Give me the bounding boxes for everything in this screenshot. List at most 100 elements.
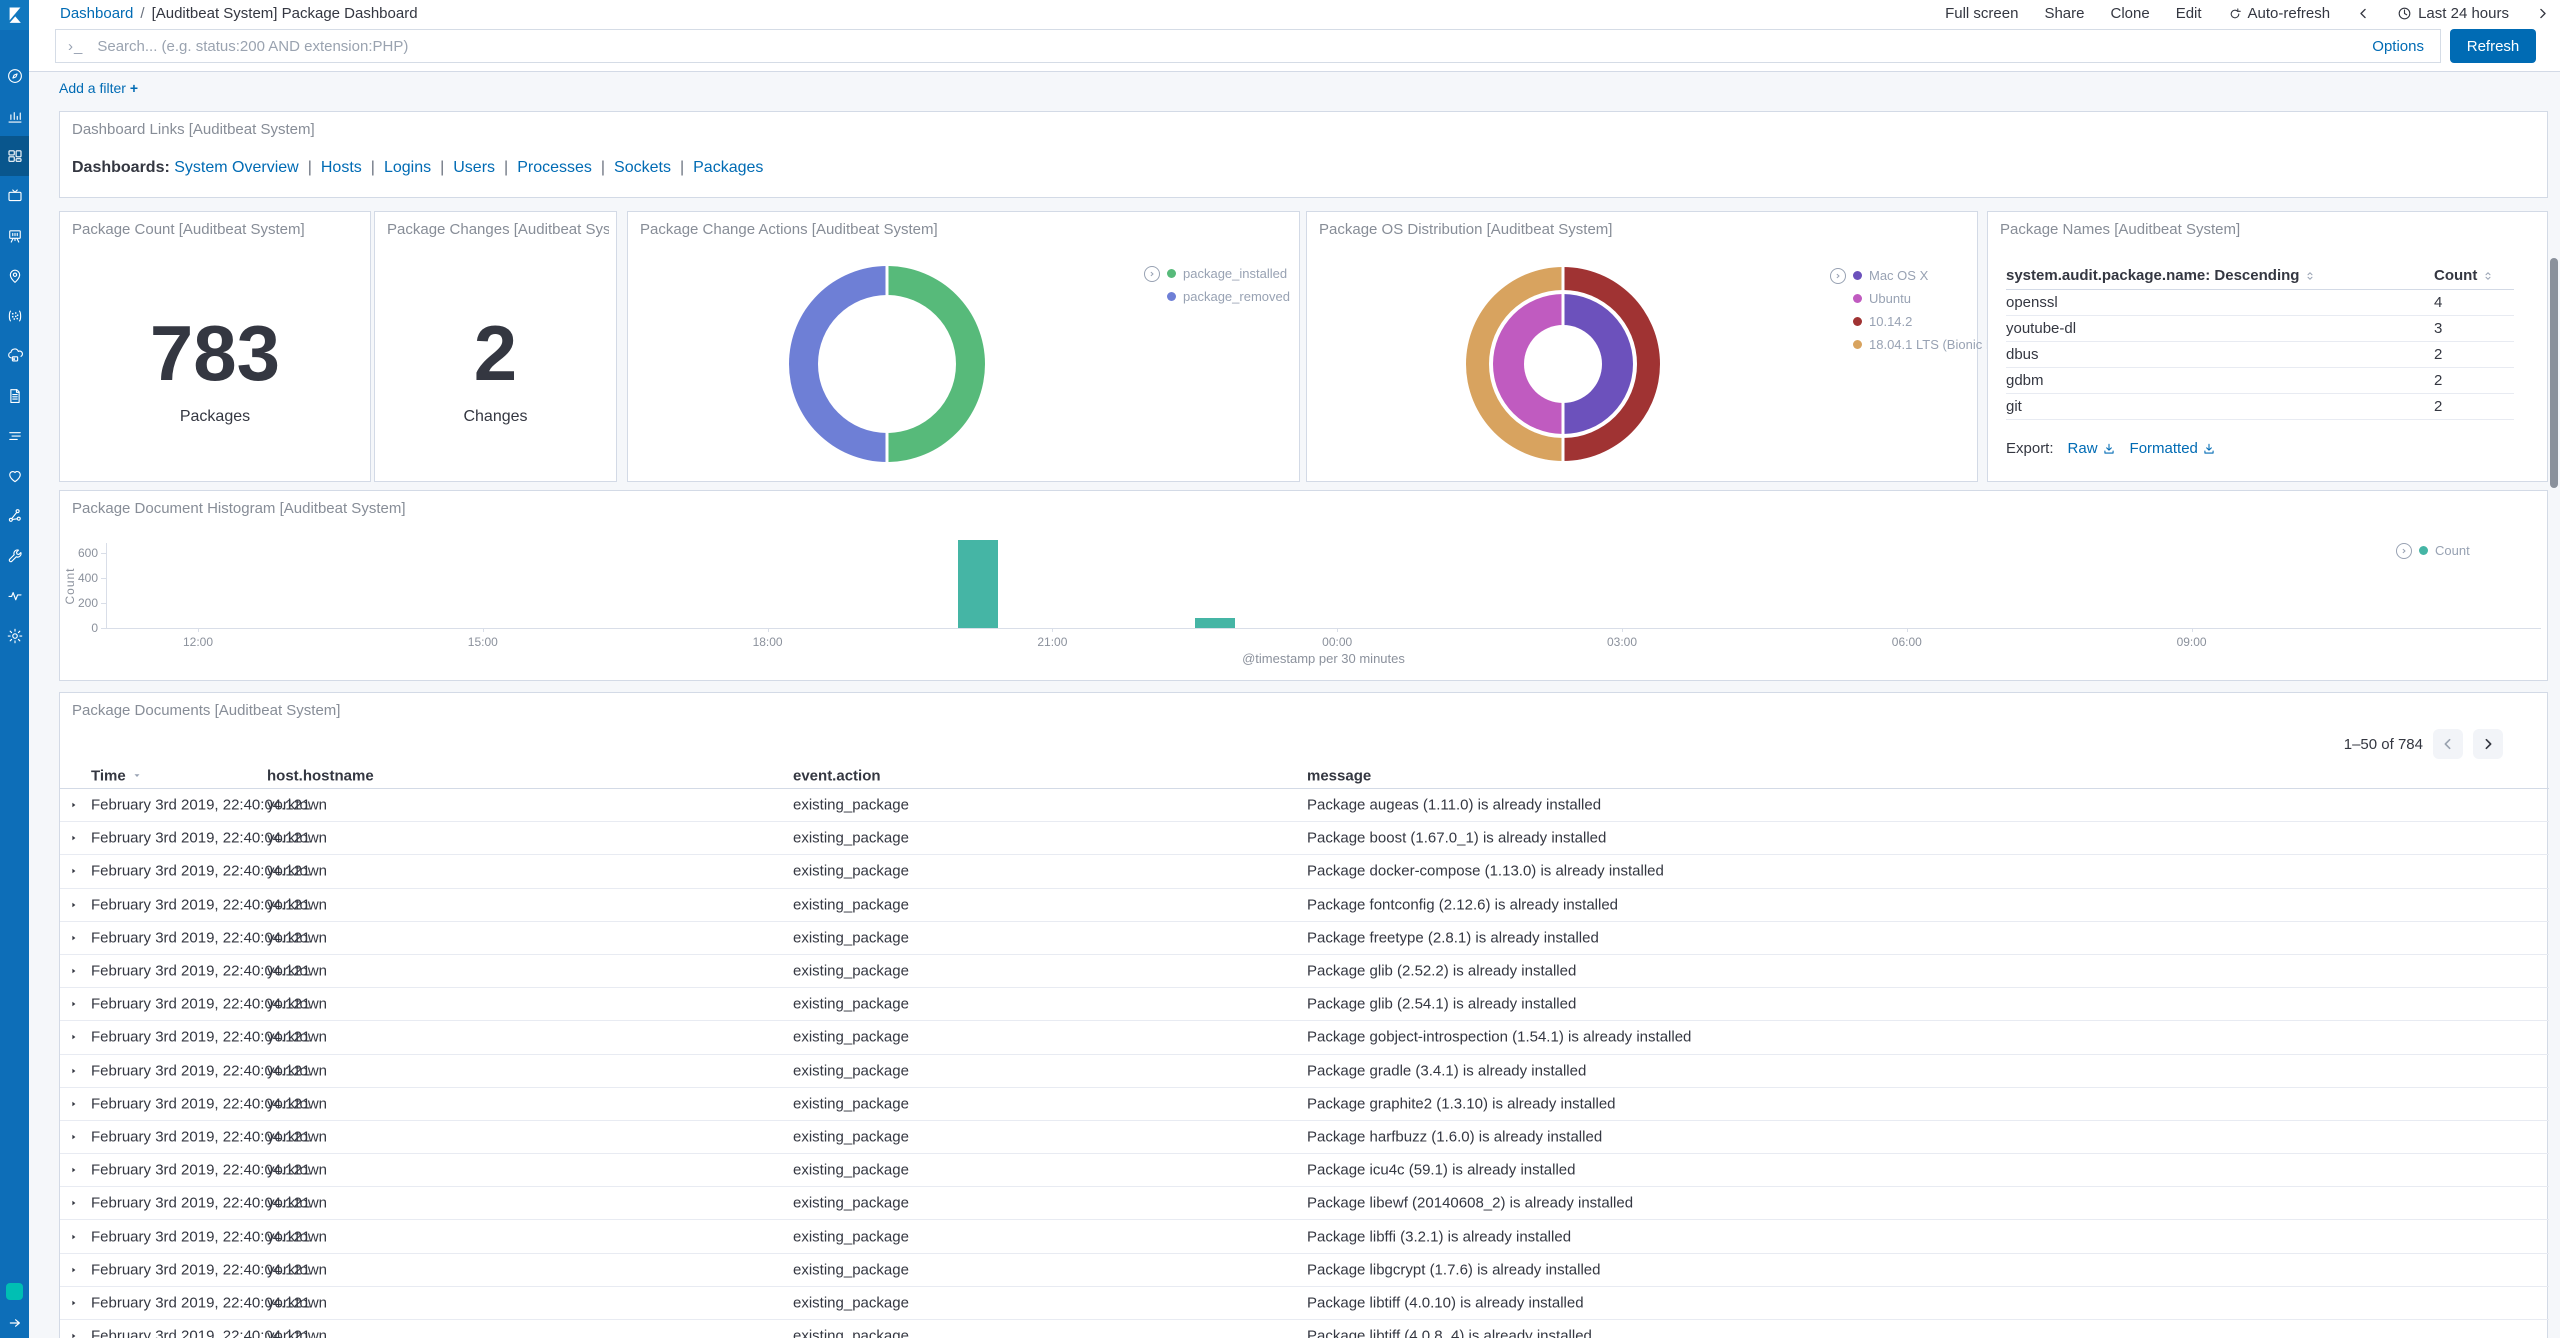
refresh-button[interactable]: Refresh: [2450, 29, 2536, 63]
space-badge[interactable]: [6, 1283, 23, 1300]
sidebar-item-dev-tools[interactable]: [0, 536, 29, 576]
message-cell: Package libgcrypt (1.7.6) is already ins…: [1307, 1261, 1601, 1279]
sidebar-item-uptime[interactable]: [0, 456, 29, 496]
event-action-cell: existing_package: [793, 829, 909, 847]
table-row: February 3rd 2019, 22:40:04.121 yorktown e…: [60, 1320, 2549, 1338]
sidebar-item-dashboard[interactable]: [0, 136, 29, 176]
sidebar-item-visualize[interactable]: [0, 96, 29, 136]
expand-row-icon[interactable]: [69, 834, 78, 843]
plus-icon: +: [129, 80, 139, 96]
name-column-header[interactable]: system.audit.package.name: Descending: [2006, 267, 2434, 284]
legend-collapse-icon[interactable]: [2396, 542, 2412, 559]
time-forward-button[interactable]: [2535, 6, 2550, 21]
count-column-header[interactable]: Count: [2434, 267, 2514, 284]
dashboard-link-system-overview[interactable]: System Overview: [174, 159, 298, 176]
page-scrollbar-thumb[interactable]: [2550, 258, 2558, 488]
hostname-cell: yorktown: [267, 1028, 328, 1046]
expand-row-icon[interactable]: [69, 1066, 78, 1075]
expand-row-icon[interactable]: [69, 1099, 78, 1108]
expand-row-icon[interactable]: [69, 1332, 78, 1338]
sidebar-item-infrastructure[interactable]: [0, 336, 29, 376]
sidebar-item-machine-learning[interactable]: [0, 296, 29, 336]
legend-collapse-icon[interactable]: [1144, 265, 1160, 282]
breadcrumb-dashboard-link[interactable]: Dashboard: [60, 5, 133, 22]
expand-row-icon[interactable]: [69, 1033, 78, 1042]
message-cell: Package glib (2.54.1) is already install…: [1307, 995, 1577, 1013]
search-input[interactable]: ›_ Search... (e.g. status:200 AND extens…: [55, 29, 2441, 63]
message-column-header[interactable]: message: [1307, 767, 1371, 784]
sidebar-item-graph[interactable]: [0, 496, 29, 536]
expand-row-icon[interactable]: [69, 1132, 78, 1141]
expand-row-icon[interactable]: [69, 1298, 78, 1307]
time-back-button[interactable]: [2356, 6, 2371, 21]
expand-row-icon[interactable]: [69, 867, 78, 876]
event-action-cell: existing_package: [793, 1095, 909, 1113]
pagination-count: 1–50 of 784: [2343, 735, 2423, 753]
legend-label[interactable]: package_installed: [1183, 266, 1287, 281]
export-formatted-link[interactable]: Formatted: [2130, 440, 2216, 457]
dashboard-link-processes[interactable]: Processes: [517, 159, 592, 176]
legend-label[interactable]: package_removed: [1183, 289, 1290, 304]
dashboard-link-users[interactable]: Users: [453, 159, 495, 176]
hostname-cell: yorktown: [267, 1095, 328, 1113]
os-distribution-donut-chart[interactable]: [1466, 267, 1660, 461]
expand-row-icon[interactable]: [69, 1199, 78, 1208]
sidebar-item-timelion[interactable]: [0, 176, 29, 216]
time-range-button[interactable]: Last 24 hours: [2397, 5, 2509, 22]
ml-dots-icon: [6, 307, 24, 325]
sidebar-item-apm[interactable]: [0, 416, 29, 456]
message-cell: Package libewf (20140608_2) is already i…: [1307, 1194, 1634, 1212]
next-page-button[interactable]: [2473, 729, 2503, 759]
expand-row-icon[interactable]: [69, 1265, 78, 1274]
legend-label[interactable]: 10.14.2: [1869, 314, 1912, 329]
expand-row-icon[interactable]: [69, 900, 78, 909]
legend-label[interactable]: Count: [2435, 543, 2470, 558]
legend-collapse-icon[interactable]: [1830, 267, 1846, 284]
export-raw-link[interactable]: Raw: [2068, 440, 2116, 457]
change-actions-donut-chart[interactable]: [789, 266, 985, 462]
expand-row-icon[interactable]: [69, 1166, 78, 1175]
previous-page-button[interactable]: [2433, 729, 2463, 759]
event-action-column-header[interactable]: event.action: [793, 767, 881, 784]
sidebar-item-discover[interactable]: [0, 56, 29, 96]
message-cell: Package docker-compose (1.13.0) is alrea…: [1307, 862, 1664, 880]
share-button[interactable]: Share: [2044, 5, 2084, 22]
time-column-header[interactable]: Time: [91, 767, 143, 784]
expand-row-icon[interactable]: [69, 967, 78, 976]
legend-label[interactable]: Ubuntu: [1869, 291, 1911, 306]
expand-row-icon[interactable]: [69, 1000, 78, 1009]
table-row: February 3rd 2019, 22:40:04.121 yorktown e…: [60, 855, 2549, 889]
legend-label[interactable]: Mac OS X: [1869, 268, 1928, 283]
auto-refresh-icon: [2228, 7, 2242, 21]
expand-row-icon[interactable]: [69, 801, 78, 810]
sidebar-item-monitoring[interactable]: [0, 576, 29, 616]
table-row: February 3rd 2019, 22:40:04.121 yorktown e…: [60, 922, 2549, 955]
sidebar-item-canvas[interactable]: [0, 216, 29, 256]
query-options-link[interactable]: Options: [2372, 38, 2424, 55]
add-filter-link[interactable]: Add a filter +: [59, 80, 138, 96]
histogram-bar[interactable]: [957, 540, 998, 628]
histogram-bar[interactable]: [1194, 618, 1235, 628]
dashboard-link-packages[interactable]: Packages: [693, 159, 763, 176]
panel-title: Dashboard Links [Auditbeat System]: [72, 121, 315, 138]
link-separator: |: [440, 159, 445, 176]
sidebar-item-management[interactable]: [0, 616, 29, 656]
kibana-logo-icon[interactable]: [0, 0, 29, 30]
full-screen-button[interactable]: Full screen: [1945, 5, 2018, 22]
hostname-column-header[interactable]: host.hostname: [267, 767, 374, 784]
dashboard-link-sockets[interactable]: Sockets: [614, 159, 671, 176]
dashboard-link-hosts[interactable]: Hosts: [321, 159, 362, 176]
legend-label[interactable]: 18.04.1 LTS (Bionic B...: [1869, 337, 2005, 352]
sidebar-item-maps[interactable]: [0, 256, 29, 296]
collapse-sidebar-icon[interactable]: [8, 1316, 22, 1330]
legend-color-dot: [1853, 317, 1862, 326]
expand-row-icon[interactable]: [69, 933, 78, 942]
expand-row-icon[interactable]: [69, 1232, 78, 1241]
clone-button[interactable]: Clone: [2110, 5, 2149, 22]
sidebar-item-logs[interactable]: [0, 376, 29, 416]
dashboard-link-logins[interactable]: Logins: [384, 159, 431, 176]
auto-refresh-button[interactable]: Auto-refresh: [2228, 5, 2330, 22]
clock-icon: [2397, 6, 2412, 21]
link-separator: |: [307, 159, 312, 176]
edit-button[interactable]: Edit: [2176, 5, 2202, 22]
